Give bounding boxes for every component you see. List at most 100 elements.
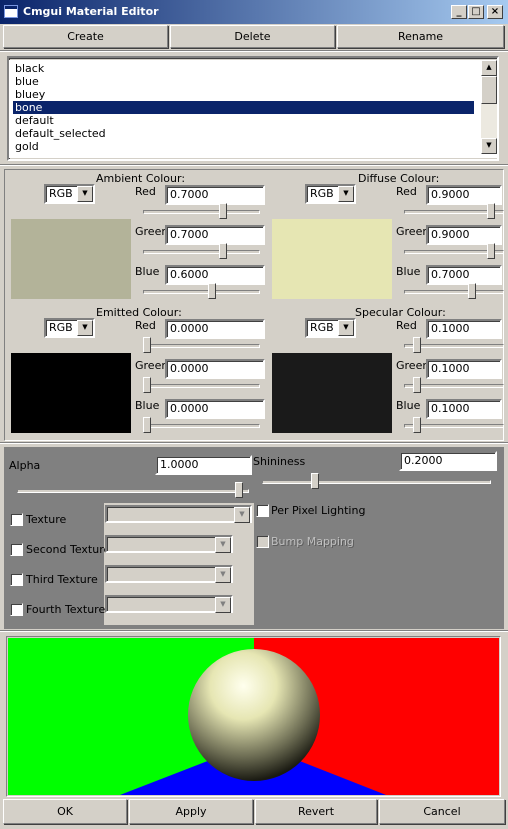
alpha-slider-track[interactable] bbox=[17, 489, 249, 493]
emitted-green-slider-thumb[interactable] bbox=[143, 377, 151, 393]
diffuse-colour-title: Diffuse Colour: bbox=[358, 172, 440, 185]
diffuse-green-slider-thumb[interactable] bbox=[486, 243, 495, 259]
scroll-thumb[interactable] bbox=[481, 76, 497, 104]
ambient-blue-slider-thumb[interactable] bbox=[208, 283, 217, 299]
list-item[interactable]: black bbox=[13, 62, 474, 75]
chevron-down-icon[interactable]: ▼ bbox=[215, 567, 231, 583]
specular-green-field[interactable]: 0.1000 bbox=[426, 359, 502, 379]
minimize-button[interactable]: _ bbox=[451, 5, 467, 19]
per-pixel-lighting-checkbox[interactable] bbox=[256, 504, 269, 517]
ambient-blue-field[interactable]: 0.6000 bbox=[165, 265, 265, 285]
delete-button[interactable]: Delete bbox=[170, 25, 335, 48]
window-title: Cmgui Material Editor bbox=[23, 5, 159, 18]
material-preview[interactable] bbox=[8, 638, 499, 795]
list-item-selected[interactable]: bone bbox=[13, 101, 474, 114]
texture-checkbox[interactable] bbox=[10, 513, 23, 526]
material-list[interactable]: black blue bluey bone default default_se… bbox=[9, 60, 497, 158]
fourth-texture-select[interactable]: ▼ bbox=[105, 595, 233, 613]
texture-select[interactable]: ▼ bbox=[105, 505, 252, 523]
emitted-green-field[interactable]: 0.0000 bbox=[165, 359, 265, 379]
shininess-label: Shininess bbox=[253, 455, 306, 468]
title-bar[interactable]: Cmgui Material Editor _ □ × bbox=[0, 0, 508, 24]
diffuse-blue-slider-track[interactable] bbox=[404, 290, 504, 294]
alpha-slider-thumb[interactable] bbox=[235, 482, 243, 498]
fourth-texture-label: Fourth Texture bbox=[26, 603, 106, 616]
specular-green-label: Green bbox=[396, 359, 430, 372]
specular-blue-field[interactable]: 0.1000 bbox=[426, 399, 502, 419]
ambient-green-slider-track[interactable] bbox=[143, 250, 260, 254]
chevron-down-icon[interactable]: ▼ bbox=[215, 537, 231, 553]
emitted-blue-slider-track[interactable] bbox=[143, 424, 260, 428]
ambient-red-slider-thumb[interactable] bbox=[219, 203, 228, 219]
ambient-mode-select[interactable]: RGB ▼ bbox=[44, 184, 95, 204]
diffuse-green-field[interactable]: 0.9000 bbox=[426, 225, 502, 245]
list-item[interactable]: gold bbox=[13, 140, 474, 153]
divider bbox=[0, 442, 508, 444]
list-item[interactable]: default_selected bbox=[13, 127, 474, 140]
chevron-down-icon[interactable]: ▼ bbox=[77, 186, 93, 202]
scroll-up-icon[interactable]: ▲ bbox=[481, 60, 497, 76]
apply-button[interactable]: Apply bbox=[129, 799, 253, 824]
third-texture-select[interactable]: ▼ bbox=[105, 565, 233, 583]
specular-red-field[interactable]: 0.1000 bbox=[426, 319, 502, 339]
ambient-colour-title: Ambient Colour: bbox=[96, 172, 186, 185]
list-item[interactable]: default bbox=[13, 114, 474, 127]
specular-colour-swatch bbox=[272, 353, 392, 433]
emitted-blue-slider-thumb[interactable] bbox=[143, 417, 151, 433]
ambient-red-slider-track[interactable] bbox=[143, 210, 260, 214]
ambient-green-field[interactable]: 0.7000 bbox=[165, 225, 265, 245]
emitted-blue-field[interactable]: 0.0000 bbox=[165, 399, 265, 419]
shininess-field[interactable]: 0.2000 bbox=[399, 451, 497, 471]
emitted-mode-select[interactable]: RGB ▼ bbox=[44, 318, 95, 338]
close-button[interactable]: × bbox=[487, 5, 503, 19]
diffuse-mode-select[interactable]: RGB ▼ bbox=[305, 184, 356, 204]
alpha-field[interactable]: 1.0000 bbox=[155, 455, 252, 475]
specular-blue-slider-thumb[interactable] bbox=[413, 417, 422, 433]
second-texture-label: Second Texture bbox=[26, 543, 111, 556]
third-texture-label: Third Texture bbox=[26, 573, 98, 586]
specular-mode-select[interactable]: RGB ▼ bbox=[305, 318, 356, 338]
revert-button[interactable]: Revert bbox=[255, 799, 377, 824]
ambient-blue-slider-track[interactable] bbox=[143, 290, 260, 294]
diffuse-blue-slider-thumb[interactable] bbox=[468, 283, 477, 299]
cancel-button[interactable]: Cancel bbox=[379, 799, 505, 824]
chevron-down-icon[interactable]: ▼ bbox=[338, 320, 354, 336]
emitted-blue-label: Blue bbox=[135, 399, 160, 412]
shininess-slider-track[interactable] bbox=[262, 480, 491, 484]
bump-mapping-checkbox[interactable] bbox=[256, 535, 269, 548]
emitted-red-slider-thumb[interactable] bbox=[143, 337, 151, 353]
specular-green-slider-thumb[interactable] bbox=[413, 377, 422, 393]
ambient-red-label: Red bbox=[135, 185, 156, 198]
diffuse-mode-value: RGB bbox=[310, 187, 334, 200]
fourth-texture-checkbox[interactable] bbox=[10, 603, 23, 616]
diffuse-red-slider-thumb[interactable] bbox=[486, 203, 495, 219]
shininess-slider-thumb[interactable] bbox=[311, 473, 320, 489]
maximize-button[interactable]: □ bbox=[468, 5, 484, 19]
chevron-down-icon[interactable]: ▼ bbox=[77, 320, 93, 336]
emitted-red-label: Red bbox=[135, 319, 156, 332]
specular-red-slider-thumb[interactable] bbox=[413, 337, 422, 353]
chevron-down-icon[interactable]: ▼ bbox=[234, 507, 250, 523]
list-item[interactable]: blue bbox=[13, 75, 474, 88]
third-texture-checkbox[interactable] bbox=[10, 573, 23, 586]
emitted-green-slider-track[interactable] bbox=[143, 384, 260, 388]
list-item[interactable]: bluey bbox=[13, 88, 474, 101]
emitted-mode-value: RGB bbox=[49, 321, 73, 334]
ambient-red-field[interactable]: 0.7000 bbox=[165, 185, 265, 205]
diffuse-red-field[interactable]: 0.9000 bbox=[426, 185, 502, 205]
ambient-green-slider-thumb[interactable] bbox=[219, 243, 228, 259]
chevron-down-icon[interactable]: ▼ bbox=[338, 186, 354, 202]
list-scrollbar[interactable]: ▲ ▼ bbox=[481, 60, 497, 154]
chevron-down-icon[interactable]: ▼ bbox=[215, 597, 231, 613]
emitted-red-slider-track[interactable] bbox=[143, 344, 260, 348]
emitted-colour-swatch bbox=[11, 353, 131, 433]
emitted-red-field[interactable]: 0.0000 bbox=[165, 319, 265, 339]
second-texture-checkbox[interactable] bbox=[10, 543, 23, 556]
diffuse-blue-field[interactable]: 0.7000 bbox=[426, 265, 502, 285]
divider bbox=[0, 164, 508, 166]
create-button[interactable]: Create bbox=[3, 25, 168, 48]
second-texture-select[interactable]: ▼ bbox=[105, 535, 233, 553]
rename-button[interactable]: Rename bbox=[337, 25, 504, 48]
scroll-down-icon[interactable]: ▼ bbox=[481, 138, 497, 154]
ok-button[interactable]: OK bbox=[3, 799, 127, 824]
